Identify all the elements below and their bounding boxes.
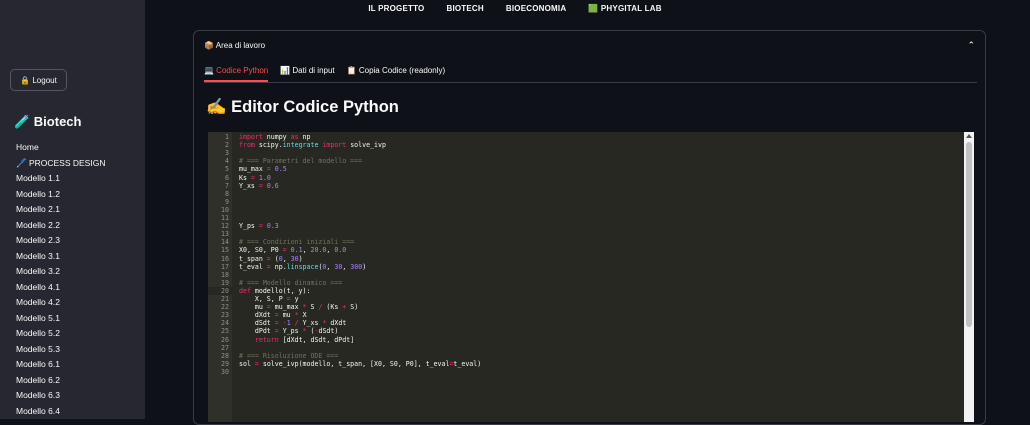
sidebar-item-home[interactable]: Home <box>16 142 105 158</box>
sidebar-item-modello-4-2[interactable]: Modello 4.2 <box>16 297 105 313</box>
line-number: 26 <box>221 335 229 344</box>
sidebar-item-modello-5-3[interactable]: Modello 5.3 <box>16 344 105 360</box>
code-line: t_eval = np.linspace(0, 30, 300) <box>239 262 367 271</box>
line-number: 19 <box>221 278 229 287</box>
code-line: mu_max = 0.5 <box>239 165 287 174</box>
code-line: # === Parametri del modello === <box>239 157 363 166</box>
line-number: 25 <box>221 327 229 336</box>
line-number: 5 <box>225 165 229 174</box>
code-line: X, S, P = y <box>239 295 299 303</box>
sidebar-item-modello-6-4[interactable]: Modello 6.4 <box>16 406 105 420</box>
line-number: 9 <box>225 197 229 206</box>
code-editor[interactable]: 1 import numpy as np 2 from scipy.integrate… <box>208 132 974 422</box>
top-navigation: IL PROGETTO BIOTECH BIOECONOMIA 🟩 PHYGIT… <box>0 0 1030 17</box>
line-number: 1 <box>225 133 229 141</box>
workspace-expander: 📦 Area di lavoro ⌃ 💻 Codice Python 📊 Dat… <box>193 30 986 425</box>
tab-copia-codice[interactable]: 📋 Copia Codice (readonly) <box>347 63 445 82</box>
sidebar-item-modello-2-3[interactable]: Modello 2.3 <box>16 235 105 251</box>
logout-button[interactable]: 🔒 Logout <box>10 69 67 91</box>
tab-bar: 💻 Codice Python 📊 Dati di input 📋 Copia … <box>204 63 977 83</box>
line-number: 17 <box>221 262 229 271</box>
sidebar-item-modello-6-1[interactable]: Modello 6.1 <box>16 359 105 375</box>
sidebar-item-modello-6-2[interactable]: Modello 6.2 <box>16 375 105 391</box>
code-line: t_span = (0, 30) <box>239 254 303 263</box>
tab-codice-python[interactable]: 💻 Codice Python <box>204 63 269 82</box>
chevron-up-icon[interactable]: ⌃ <box>967 40 975 51</box>
sidebar-item-modello-6-3[interactable]: Modello 6.3 <box>16 390 105 406</box>
nav-il-progetto[interactable]: IL PROGETTO <box>368 4 424 17</box>
line-number: 30 <box>221 367 229 376</box>
sidebar-list: Home 🖊️ PROCESS DESIGN Modello 1.1 Model… <box>16 142 105 419</box>
sidebar-item-modello-4-1[interactable]: Modello 4.1 <box>16 282 105 298</box>
line-number: 12 <box>221 222 229 231</box>
sidebar: 🔒 Logout 🧪 Biotech Home 🖊️ PROCESS DESIG… <box>0 0 145 419</box>
code-line: dXdt = mu * X <box>239 311 307 320</box>
sidebar-item-modello-3-2[interactable]: Modello 3.2 <box>16 266 105 282</box>
line-number: 22 <box>221 303 229 312</box>
line-number: 11 <box>221 214 229 222</box>
code-line: sol = solve_ivp(modello, t_span, [X0, S0… <box>239 359 482 368</box>
line-number: 10 <box>221 205 229 214</box>
main-area: 📦 Area di lavoro ⌃ 💻 Codice Python 📊 Dat… <box>145 17 1030 425</box>
line-number: 27 <box>221 343 229 352</box>
code-line: # === Condizioni iniziali === <box>239 238 355 247</box>
expander-header[interactable]: 📦 Area di lavoro ⌃ <box>194 31 985 59</box>
code-line: Ks = 1.0 <box>239 173 271 182</box>
code-line: mu = mu_max * S / (Ks + S) <box>239 303 359 312</box>
line-number: 4 <box>225 157 229 166</box>
line-number: 14 <box>221 238 229 247</box>
line-number: 8 <box>225 189 229 198</box>
code-line: Y_ps = 0.3 <box>239 222 279 231</box>
sidebar-section-title: 🧪 Biotech <box>14 114 82 129</box>
line-number: 15 <box>221 246 229 255</box>
line-number: 29 <box>221 359 229 368</box>
line-number: 16 <box>221 254 229 263</box>
line-number: 13 <box>221 230 229 239</box>
sidebar-item-modello-5-2[interactable]: Modello 5.2 <box>16 328 105 344</box>
code-line: def modello(t, y): <box>239 286 311 295</box>
nav-biotech[interactable]: BIOTECH <box>446 4 483 17</box>
code-line: # === Risoluzione ODE === <box>239 351 339 360</box>
nav-phygital-lab[interactable]: 🟩 PHYGITAL LAB <box>588 4 661 17</box>
code-line: # === Modello dinamico === <box>239 278 343 287</box>
line-number: 3 <box>225 149 229 158</box>
editor-scrollbar[interactable] <box>964 132 974 422</box>
sidebar-item-process-design[interactable]: 🖊️ PROCESS DESIGN <box>16 158 105 174</box>
tab-dati-di-input[interactable]: 📊 Dati di input <box>280 63 334 82</box>
line-number: 7 <box>225 181 229 190</box>
code-line: return [dXdt, dSdt, dPdt] <box>254 335 355 344</box>
sidebar-item-modello-1-1[interactable]: Modello 1.1 <box>16 173 105 189</box>
line-number: 20 <box>221 286 229 295</box>
sidebar-item-modello-3-1[interactable]: Modello 3.1 <box>16 251 105 267</box>
sidebar-item-modello-2-1[interactable]: Modello 2.1 <box>16 204 105 220</box>
expander-title: 📦 Area di lavoro <box>204 40 266 50</box>
sidebar-item-modello-1-2[interactable]: Modello 1.2 <box>16 189 105 205</box>
code-line: from scipy.integrate import solve_ivp <box>239 141 386 150</box>
line-number: 24 <box>221 319 229 328</box>
line-number: 21 <box>221 295 229 303</box>
scroll-up-icon[interactable] <box>966 134 972 138</box>
line-number: 18 <box>221 270 229 279</box>
code-line: import numpy as np <box>239 133 311 141</box>
code-line: Y_xs = 0.6 <box>239 181 279 190</box>
line-number: 28 <box>221 351 229 360</box>
nav-bioeconomia[interactable]: BIOECONOMIA <box>506 4 566 17</box>
code-line: dSdt = -1 / Y_xs * dXdt <box>239 319 347 328</box>
scrollbar-thumb[interactable] <box>966 142 972 327</box>
sidebar-item-modello-2-2[interactable]: Modello 2.2 <box>16 220 105 236</box>
editor-title: ✍️ Editor Codice Python <box>206 98 399 116</box>
line-number: 6 <box>225 173 229 182</box>
line-number: 23 <box>221 311 229 320</box>
code-line: X0, S0, P0 = 0.1, 20.0, 0.0 <box>239 246 347 255</box>
sidebar-item-modello-5-1[interactable]: Modello 5.1 <box>16 313 105 329</box>
line-number: 2 <box>225 141 229 150</box>
code-line: dPdt = Y_ps * (-dSdt) <box>239 327 339 336</box>
